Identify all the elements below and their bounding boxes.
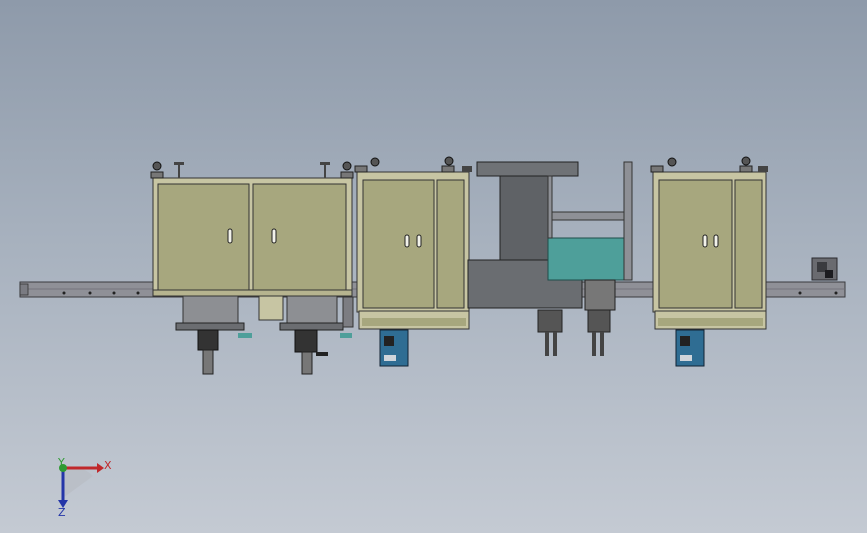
servo-motor-middle bbox=[379, 329, 409, 367]
tank bbox=[547, 161, 633, 281]
coordinate-triad: X Y Z bbox=[57, 456, 112, 519]
z-axis-label: Z bbox=[58, 506, 66, 519]
servo-motor-right bbox=[675, 329, 705, 367]
cabinet-left bbox=[152, 177, 353, 297]
lifting-eyebolts-right bbox=[650, 156, 768, 173]
motor-assembly-left bbox=[175, 295, 354, 375]
x-axis-label: X bbox=[104, 459, 112, 472]
lifting-eyebolts-left bbox=[150, 161, 354, 179]
cabinet-right bbox=[652, 171, 767, 330]
end-bracket bbox=[811, 257, 838, 281]
cabinet-middle bbox=[356, 171, 470, 330]
lifting-eyebolts-middle bbox=[354, 156, 472, 173]
cad-viewport[interactable]: X Y Z bbox=[0, 0, 867, 533]
y-axis-label: Y bbox=[57, 456, 65, 469]
feeder-column bbox=[467, 161, 583, 309]
